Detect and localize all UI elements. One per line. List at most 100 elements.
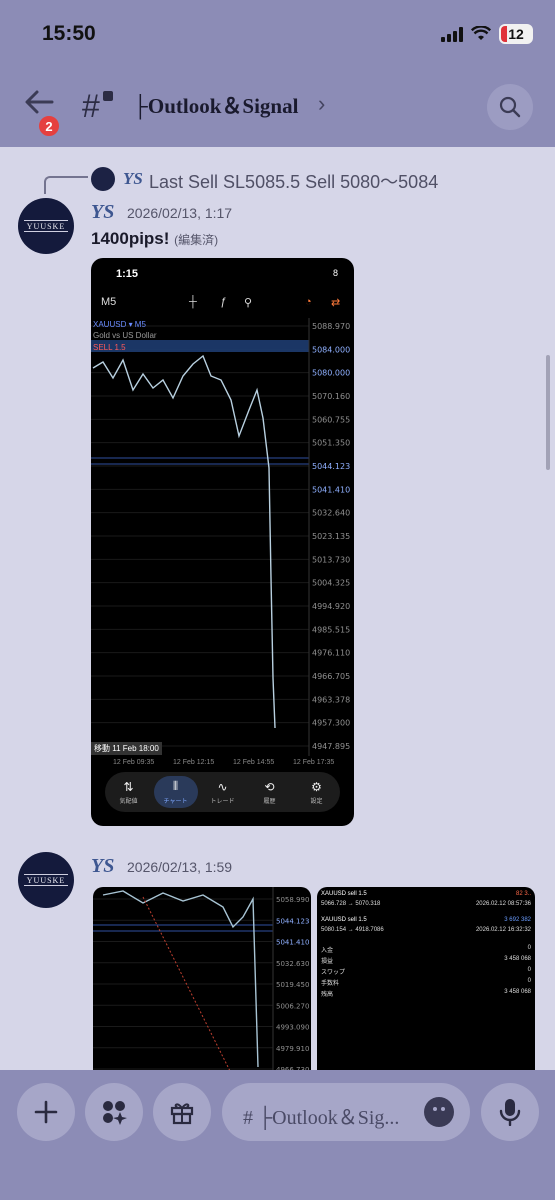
trade-prices: 5080.154 → 4918.7086 xyxy=(321,927,384,933)
price-tick: 5019.450 xyxy=(276,981,309,989)
add-button[interactable] xyxy=(17,1083,75,1141)
price-tick: 5023.135 xyxy=(312,532,350,541)
cellular-signal-icon xyxy=(441,26,463,42)
trade-symbol: XAUUSD sell 1.5 xyxy=(321,891,367,897)
scrollbar[interactable] xyxy=(546,355,550,470)
objects-icon: ⚲ xyxy=(244,297,253,309)
price-tick: 4994.920 xyxy=(312,602,350,611)
gift-icon xyxy=(170,1103,194,1125)
author-name[interactable]: YS xyxy=(91,855,114,878)
message-body: 1400pips! xyxy=(91,229,170,248)
sell-order-label: SELL 1.5 xyxy=(93,343,126,352)
message-text: 1400pips! (編集済) xyxy=(91,229,218,249)
search-icon xyxy=(499,96,521,118)
trade-profit: 3 692 382 xyxy=(504,917,531,923)
nav-chart: ⫴ チャート xyxy=(153,776,198,808)
price-tick: 4993.090 xyxy=(276,1024,309,1032)
clock-icon: ◔ xyxy=(305,296,312,308)
locked-channel-icon: # xyxy=(82,88,100,124)
trade-symbol: XAUUSD sell 1.5 xyxy=(321,917,367,923)
avatar[interactable]: YUUSKE xyxy=(18,852,74,908)
function-icon: ƒ xyxy=(220,296,227,308)
summary-label: 手数料 xyxy=(321,981,340,987)
summary-label: 入金 xyxy=(321,948,334,954)
nav-history: ⟲ 履歴 xyxy=(263,779,276,805)
price-tick: 5041.410 xyxy=(276,939,309,947)
date-tick: 12 Feb 17:35 xyxy=(293,759,335,766)
date-tick: 12 Feb 12:15 xyxy=(173,759,215,766)
price-tick: 4979.910 xyxy=(276,1045,309,1053)
nav-settings: ⚙ 設定 xyxy=(310,779,323,805)
crosshair-icon: ┼ xyxy=(189,296,197,308)
chevron-right-icon[interactable]: › xyxy=(318,91,325,117)
price-tick: 4963.378 xyxy=(312,695,350,704)
price-tick: 4957.300 xyxy=(312,719,350,728)
price-tick: 5013.730 xyxy=(312,555,350,564)
summary-value: 3 458 068 xyxy=(504,989,531,995)
summary-value: 3 458 068 xyxy=(504,956,531,962)
summary-label: 損益 xyxy=(321,959,334,965)
price-chart: 5088.970 5084.000 5080.000 5070.160 5060.755… xyxy=(91,318,350,756)
channel-title[interactable]: ├Outlook＆Signal xyxy=(133,90,298,120)
price-tick: 5044.123 xyxy=(276,917,309,925)
author-name[interactable]: YS xyxy=(91,201,114,224)
summary-value: 0 xyxy=(527,967,531,973)
trade-date: 2026.02.12 16:32:32 xyxy=(475,927,531,933)
trade-icon: ⇄ xyxy=(331,297,341,309)
message-timestamp: 2026/02/13, 1:17 xyxy=(127,205,233,221)
reply-preview-text[interactable]: Last Sell SL5085.5 Sell 5080〜5084 xyxy=(149,168,438,194)
reply-author[interactable]: YS xyxy=(123,169,143,189)
screenshot-battery: 8 xyxy=(332,268,338,278)
status-time: 15:50 xyxy=(42,22,96,45)
lock-icon xyxy=(103,91,113,101)
unread-badge: 2 xyxy=(37,114,61,138)
price-tick: 5058.990 xyxy=(276,896,309,904)
cursor-time-label: 移動 11 Feb 18:00 xyxy=(91,742,162,755)
price-tick: 5060.755 xyxy=(312,415,350,424)
chart-screenshot-attachment[interactable]: 5058.990 5044.123 5041.410 5032.630 5019.450… xyxy=(93,887,311,1077)
date-tick: 12 Feb 14:55 xyxy=(233,759,275,766)
wifi-icon xyxy=(471,26,491,40)
gift-button[interactable] xyxy=(153,1083,211,1141)
price-tick: 4985.515 xyxy=(312,625,350,634)
price-tick: 5084.000 xyxy=(312,345,350,354)
nav-trade: ∿ トレード xyxy=(210,779,235,805)
price-tick: 5032.640 xyxy=(312,509,350,518)
voice-button[interactable] xyxy=(481,1083,539,1141)
message-timestamp: 2026/02/13, 1:59 xyxy=(127,859,233,875)
reply-avatar[interactable] xyxy=(91,167,115,191)
price-tick: 4966.705 xyxy=(312,672,350,681)
emoji-icon[interactable] xyxy=(424,1097,454,1127)
trade-profit: 82 3.. xyxy=(515,891,531,897)
symbol-label: XAUUSD ▾ M5 xyxy=(93,320,146,329)
price-tick: 5080.000 xyxy=(312,369,350,378)
trade-history-attachment[interactable]: XAUUSD sell 1.5 82 3.. 5066.728 → 5070.31… xyxy=(317,887,535,1077)
apps-icon xyxy=(103,1101,127,1125)
symbol-description: Gold vs US Dollar xyxy=(93,331,157,340)
price-tick: 4976.110 xyxy=(312,649,350,658)
timeframe-label: M5 xyxy=(101,296,117,308)
trade-date: 2026.02.12 08:57:36 xyxy=(475,901,531,907)
plus-icon xyxy=(34,1100,58,1124)
price-tick: 5088.970 xyxy=(312,322,350,331)
reply-connector xyxy=(44,176,88,194)
price-tick: 5051.350 xyxy=(312,439,350,448)
summary-value: 0 xyxy=(527,945,531,951)
app-bottom-nav: ⇅ 気配値 ⫴ チャート ∿ トレード ⟲ 履歴 ⚙ 設定 xyxy=(105,772,340,812)
price-tick: 5070.160 xyxy=(312,392,350,401)
price-tick: 5041.410 xyxy=(312,485,350,494)
apps-button[interactable] xyxy=(85,1083,143,1141)
avatar[interactable]: YUUSKE xyxy=(18,198,74,254)
status-icons: 12 xyxy=(441,24,533,44)
search-button[interactable] xyxy=(487,84,533,130)
price-tick: 5032.630 xyxy=(276,960,309,968)
summary-label: 残高 xyxy=(321,992,334,998)
summary-value: 0 xyxy=(527,978,531,984)
microphone-icon xyxy=(499,1099,521,1126)
price-chart: 5058.990 5044.123 5041.410 5032.630 5019.450… xyxy=(93,887,309,1077)
price-tick: 5006.270 xyxy=(276,1002,309,1010)
chart-screenshot-attachment[interactable]: 1:15 8 M5 ┼ ƒ ⚲ ◔ ⇄ 5088.970 5084.000 5080… xyxy=(91,258,354,826)
price-tick: 5044.123 xyxy=(312,462,350,471)
nav-quotes: ⇅ 気配値 xyxy=(119,779,138,805)
screenshot-time: 1:15 xyxy=(116,268,139,280)
